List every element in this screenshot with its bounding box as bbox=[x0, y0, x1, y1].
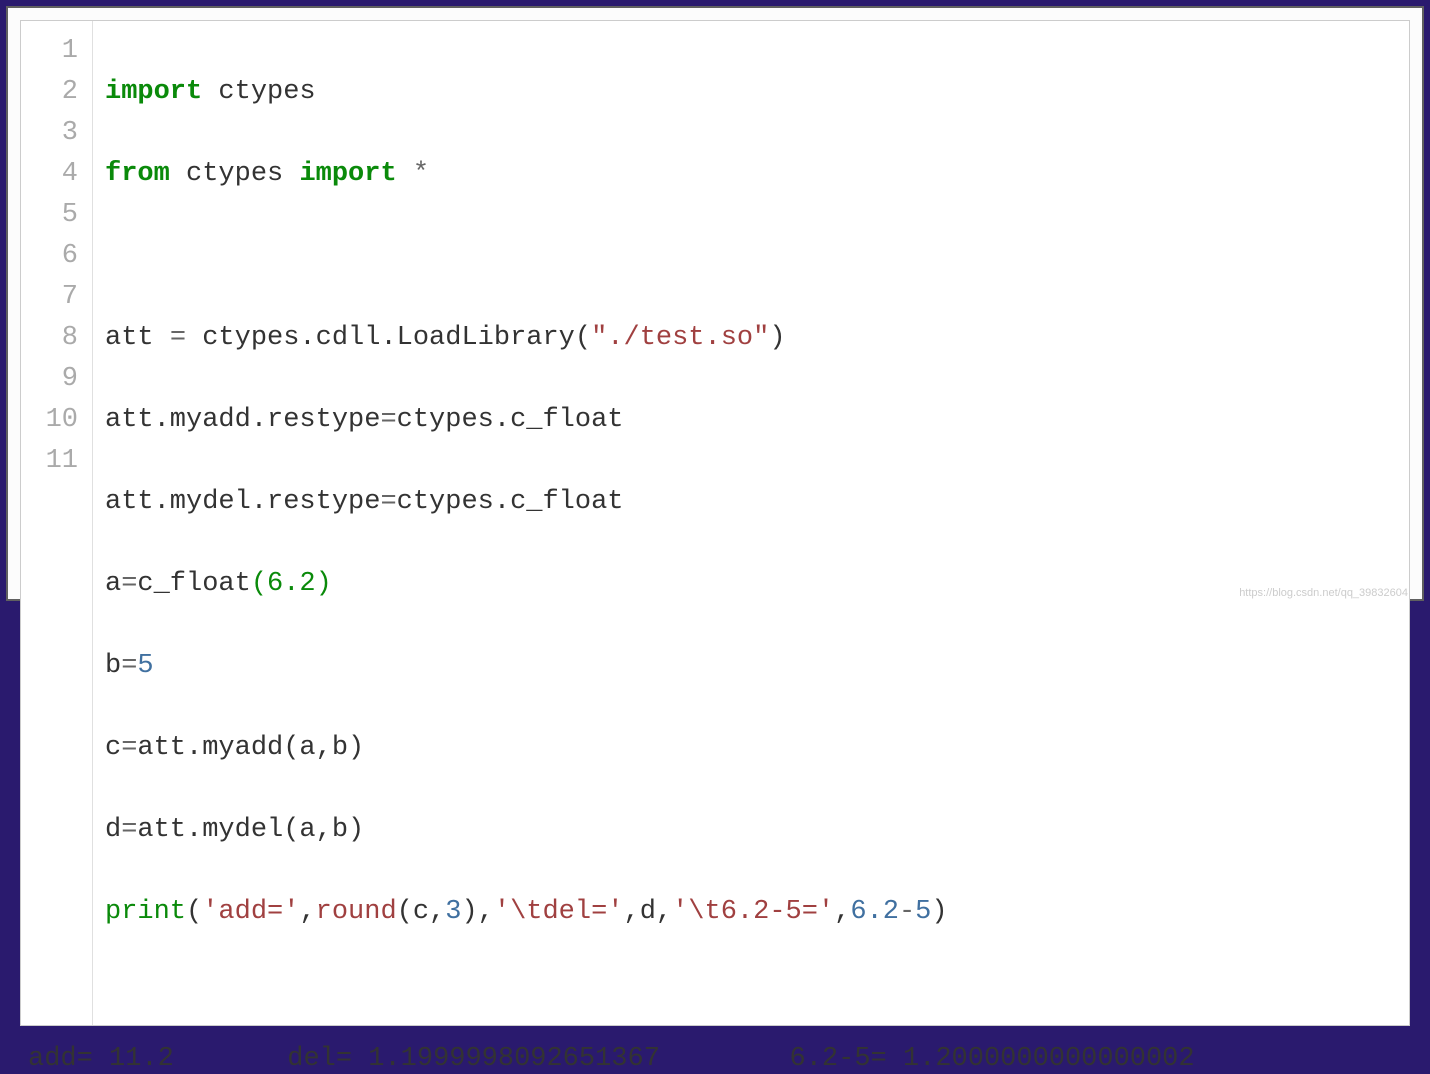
code-content: import ctypes from ctypes import * att =… bbox=[93, 21, 960, 1025]
number-literal: 5 bbox=[915, 897, 931, 927]
line-number: 11 bbox=[31, 441, 78, 482]
code-line: import ctypes bbox=[105, 72, 948, 113]
code-text: ctypes.cdll.LoadLibrary( bbox=[186, 323, 591, 353]
operator: = bbox=[380, 405, 396, 435]
string-literal: '\tdel=' bbox=[494, 897, 624, 927]
line-number-gutter: 1 2 3 4 5 6 7 8 9 10 11 bbox=[21, 21, 93, 1025]
operator: = bbox=[121, 733, 137, 763]
code-line: att.mydel.restype=ctypes.c_float bbox=[105, 482, 948, 523]
keyword: import bbox=[299, 159, 396, 189]
code-text: ) bbox=[769, 323, 785, 353]
code-text: att bbox=[105, 323, 170, 353]
number-literal: 5 bbox=[137, 651, 153, 681]
code-line: b=5 bbox=[105, 646, 948, 687]
code-text: c bbox=[105, 733, 121, 763]
operator: = bbox=[121, 815, 137, 845]
builtin: print bbox=[105, 897, 186, 927]
line-number: 7 bbox=[31, 277, 78, 318]
string-literal: 'add=' bbox=[202, 897, 299, 927]
number-literal: 6.2 bbox=[267, 569, 316, 599]
code-text: , bbox=[299, 897, 315, 927]
line-number: 3 bbox=[31, 113, 78, 154]
code-text: ctypes bbox=[170, 159, 300, 189]
operator: = bbox=[121, 569, 137, 599]
code-text: att.mydel.restype bbox=[105, 487, 380, 517]
line-number: 10 bbox=[31, 400, 78, 441]
code-text: ctypes bbox=[202, 77, 315, 107]
line-number: 4 bbox=[31, 154, 78, 195]
keyword: import bbox=[105, 77, 202, 107]
code-text: (c, bbox=[397, 897, 446, 927]
operator: * bbox=[397, 159, 429, 189]
code-line: print('add=',round(c,3),'\tdel=',d,'\t6.… bbox=[105, 892, 948, 933]
operator: = bbox=[380, 487, 396, 517]
operator: = bbox=[170, 323, 186, 353]
paren: ) bbox=[316, 569, 332, 599]
line-number: 2 bbox=[31, 72, 78, 113]
string-literal: "./test.so" bbox=[591, 323, 769, 353]
string-literal: '\t6.2-5=' bbox=[672, 897, 834, 927]
code-line: c=att.myadd(a,b) bbox=[105, 728, 948, 769]
code-text: c_float bbox=[137, 569, 250, 599]
line-number: 1 bbox=[31, 31, 78, 72]
content-frame: 1 2 3 4 5 6 7 8 9 10 11 import ctypes fr… bbox=[6, 6, 1424, 601]
line-number: 6 bbox=[31, 236, 78, 277]
paren: ) bbox=[931, 897, 947, 927]
program-output: add= 11.2 del= 1.1999998092651367 6.2-5=… bbox=[20, 1044, 1410, 1074]
code-text: att.mydel(a,b) bbox=[137, 815, 364, 845]
code-line: att = ctypes.cdll.LoadLibrary("./test.so… bbox=[105, 318, 948, 359]
code-text: d bbox=[105, 815, 121, 845]
code-line: d=att.mydel(a,b) bbox=[105, 810, 948, 851]
code-text: a bbox=[105, 569, 121, 599]
line-number: 5 bbox=[31, 195, 78, 236]
code-text: ), bbox=[461, 897, 493, 927]
number-literal: 6.2 bbox=[850, 897, 899, 927]
operator: - bbox=[899, 897, 915, 927]
code-text: ctypes.c_float bbox=[397, 487, 624, 517]
line-number: 8 bbox=[31, 318, 78, 359]
code-line: from ctypes import * bbox=[105, 154, 948, 195]
paren: ( bbox=[186, 897, 202, 927]
watermark: https://blog.csdn.net/qq_39832604 bbox=[1239, 587, 1408, 599]
code-text: , bbox=[834, 897, 850, 927]
code-text: att.myadd.restype bbox=[105, 405, 380, 435]
code-text: ,d, bbox=[624, 897, 673, 927]
code-line: a=c_float(6.2) bbox=[105, 564, 948, 605]
builtin: round bbox=[316, 897, 397, 927]
keyword: from bbox=[105, 159, 170, 189]
code-line: att.myadd.restype=ctypes.c_float bbox=[105, 400, 948, 441]
code-line bbox=[105, 236, 948, 277]
operator: = bbox=[121, 651, 137, 681]
code-text: b bbox=[105, 651, 121, 681]
paren: ( bbox=[251, 569, 267, 599]
code-text: att.myadd(a,b) bbox=[137, 733, 364, 763]
code-block: 1 2 3 4 5 6 7 8 9 10 11 import ctypes fr… bbox=[20, 20, 1410, 1026]
line-number: 9 bbox=[31, 359, 78, 400]
number-literal: 3 bbox=[445, 897, 461, 927]
code-text: ctypes.c_float bbox=[397, 405, 624, 435]
